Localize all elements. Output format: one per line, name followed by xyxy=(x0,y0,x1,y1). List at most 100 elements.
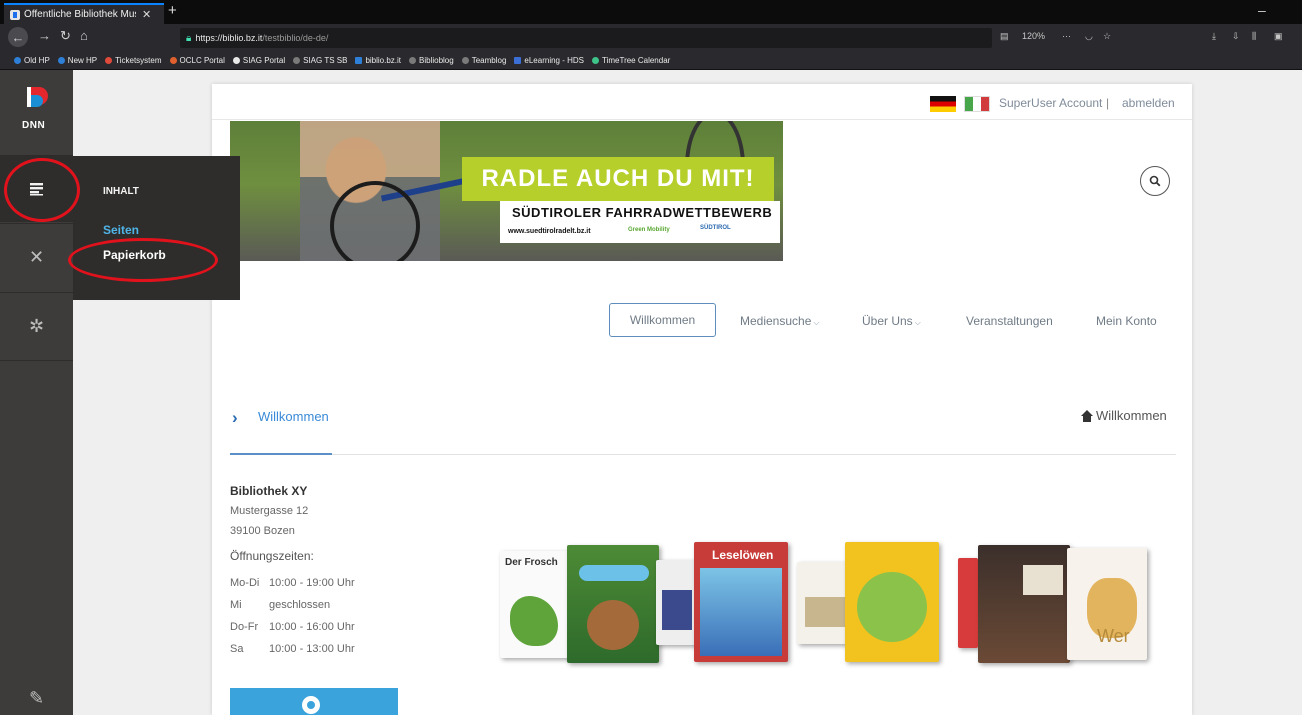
italian-flag-icon[interactable] xyxy=(964,96,990,112)
hours-time: geschlossen xyxy=(269,599,331,611)
book-cover[interactable]: Der Frosch xyxy=(500,551,570,658)
nav-willkommen[interactable]: Willkommen xyxy=(609,303,716,337)
tab-close-icon[interactable]: ✕ xyxy=(142,8,151,21)
bookmark-item[interactable]: TimeTree Calendar xyxy=(592,56,670,65)
zoom-level[interactable]: 120% xyxy=(1022,31,1045,41)
globe-icon xyxy=(461,57,469,64)
book-cover[interactable] xyxy=(845,542,939,662)
library-name: Bibliothek XY xyxy=(230,484,308,498)
back-button[interactable]: ← xyxy=(8,27,28,47)
bookmark-item[interactable]: Teamblog xyxy=(461,56,506,65)
bookmark-icon xyxy=(592,57,599,64)
annotation-circle xyxy=(4,158,80,222)
tab-bar: Öffentliche Bibliothek Muster ✕ + – xyxy=(0,0,1302,24)
bookmark-icon xyxy=(355,57,363,64)
dnn-favicon-icon xyxy=(10,9,20,20)
save-icon[interactable]: ⇩ xyxy=(1232,31,1240,42)
banner-image[interactable]: RADLE AUCH DU MIT! SÜDTIROLER FAHRRADWET… xyxy=(230,121,783,261)
library-street: Mustergasse 12 xyxy=(230,505,309,517)
opening-hours-title: Öffnungszeiten: xyxy=(230,549,314,563)
bookmark-item[interactable]: biblio.bz.it xyxy=(355,56,401,65)
bookmark-star-icon[interactable]: ☆ xyxy=(1103,31,1111,42)
settings-menu-button[interactable]: ✲ xyxy=(0,293,73,359)
nav-mein-konto[interactable]: Mein Konto xyxy=(1096,314,1157,328)
home-icon xyxy=(1080,409,1094,422)
url-path: /testbiblio/de-de/ xyxy=(262,33,329,43)
bookmarks-toolbar: Old HP New HP Ticketsystem OCLC Portal S… xyxy=(0,52,1302,70)
logout-link[interactable]: abmelden xyxy=(1122,96,1175,110)
page-actions-icon[interactable]: ··· xyxy=(1062,31,1071,41)
divider xyxy=(230,454,1176,455)
globe-icon xyxy=(409,57,417,64)
banner-url: www.suedtirolradelt.bz.it xyxy=(508,228,591,235)
forward-icon[interactable]: → xyxy=(38,28,51,43)
reader-view-icon[interactable]: ▤ xyxy=(1000,31,1009,42)
window-minimize-icon[interactable]: – xyxy=(1258,2,1266,18)
gear-icon: ✲ xyxy=(28,315,45,336)
home-button-icon[interactable]: ⌂ xyxy=(80,28,88,43)
library-icon[interactable]: ⫼ xyxy=(1252,31,1256,42)
bookmark-item[interactable]: Old HP xyxy=(14,56,50,65)
banner-subline-box: SÜDTIROLER FAHRRADWETTBEWERB www.suedtir… xyxy=(500,201,780,243)
flyout-item-seiten[interactable]: Seiten xyxy=(103,223,139,237)
top-user-bar: SuperUser Account | abmelden xyxy=(212,84,1192,120)
hours-day: Mi xyxy=(230,599,242,611)
url-bar[interactable]: 🔒︎ https://biblio.bz.it /testbiblio/de-d… xyxy=(180,28,992,48)
dnn-logo-icon xyxy=(27,87,48,107)
edit-mode-button[interactable]: ✎ xyxy=(0,665,73,715)
nav-veranstaltungen[interactable]: Veranstaltungen xyxy=(966,314,1053,328)
search-icon xyxy=(1149,175,1161,187)
url-host: https://biblio.bz.it xyxy=(195,33,263,43)
browser-window: Öffentliche Bibliothek Muster ✕ + – ← → … xyxy=(0,0,1302,715)
banner-headline: RADLE AUCH DU MIT! xyxy=(462,157,774,201)
bookmark-icon xyxy=(514,57,522,64)
bookmark-item[interactable]: Biblioblog xyxy=(409,56,454,65)
pencil-icon: ✎ xyxy=(28,687,45,708)
lock-icon: 🔒︎ xyxy=(186,32,192,44)
globe-icon xyxy=(293,57,301,64)
search-button[interactable] xyxy=(1140,166,1170,196)
navigation-bar: ← → ↻ ⌂ 🔒︎ https://biblio.bz.it /testbib… xyxy=(0,24,1302,52)
breadcrumb-current[interactable]: Willkommen xyxy=(258,409,329,424)
tools-menu-button[interactable]: ✕ xyxy=(0,224,73,290)
bookmark-item[interactable]: SIAG TS SB xyxy=(293,56,347,65)
pocket-icon[interactable]: ◡ xyxy=(1085,31,1093,42)
info-box[interactable] xyxy=(230,688,398,715)
book-cover[interactable] xyxy=(978,545,1070,663)
hours-time: 10:00 - 19:00 Uhr xyxy=(269,577,355,589)
book-cover[interactable]: Wer xyxy=(1067,548,1147,660)
dnn-logo[interactable]: DNN xyxy=(0,70,73,155)
green-mobility-logo: Green Mobility xyxy=(628,227,670,233)
nav-ueber-uns[interactable]: Über Uns ⌵ xyxy=(862,314,921,328)
account-link[interactable]: SuperUser Account xyxy=(999,96,1102,110)
bookmark-item[interactable]: eLearning - HDS xyxy=(514,56,584,65)
book-cover[interactable] xyxy=(958,558,978,648)
chevron-down-icon: ⌵ xyxy=(914,318,921,327)
new-tab-button[interactable]: + xyxy=(168,2,177,19)
bookmark-item[interactable]: New HP xyxy=(57,56,97,65)
downloads-icon[interactable]: ⤓ xyxy=(1212,31,1216,42)
bookmark-item[interactable]: OCLC Portal xyxy=(169,56,225,65)
book-cover[interactable] xyxy=(567,545,659,663)
sidebar-icon[interactable]: ▣ xyxy=(1274,31,1283,42)
bookmark-icon xyxy=(105,57,113,64)
bookmark-icon xyxy=(57,57,65,64)
tab-title: Öffentliche Bibliothek Muster xyxy=(24,9,136,20)
german-flag-icon[interactable] xyxy=(930,96,956,112)
suedtirol-logo: SÜDTIROL xyxy=(700,225,731,231)
bookmark-item[interactable]: Ticketsystem xyxy=(105,56,162,65)
book-cover[interactable]: Leselöwen xyxy=(694,542,788,662)
annotation-circle xyxy=(68,238,218,282)
chevron-right-icon: › xyxy=(232,408,238,427)
bicycle-wheel xyxy=(330,181,420,261)
bookmark-item[interactable]: SIAG Portal xyxy=(232,56,285,65)
separator: | xyxy=(1106,96,1110,110)
nav-mediensuche[interactable]: Mediensuche ⌵ xyxy=(740,314,819,328)
hours-day: Sa xyxy=(230,643,244,655)
home-breadcrumb[interactable]: Willkommen xyxy=(1080,408,1167,423)
bookmark-icon xyxy=(232,57,240,64)
book-cover[interactable] xyxy=(656,560,698,645)
reload-icon[interactable]: ↻ xyxy=(60,28,71,44)
browser-tab[interactable]: Öffentliche Bibliothek Muster ✕ xyxy=(4,3,164,24)
main-navigation: Willkommen Mediensuche ⌵ Über Uns ⌵ Verans… xyxy=(212,302,1192,342)
